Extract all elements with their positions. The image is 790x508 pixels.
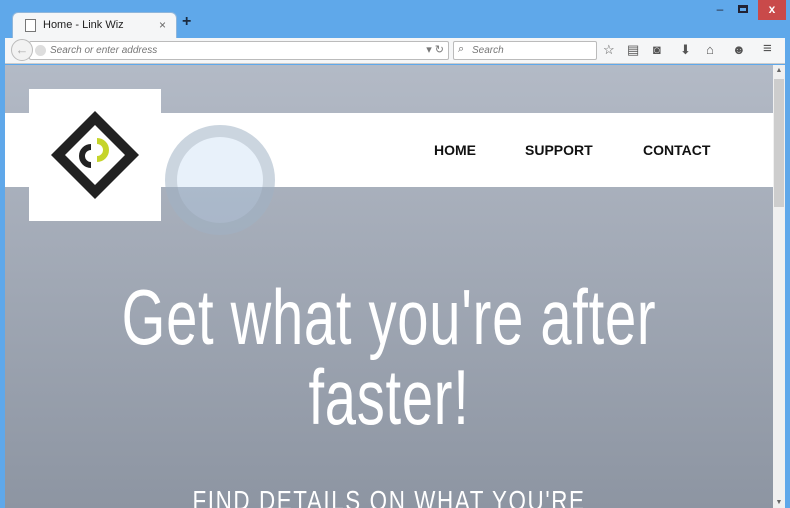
nav-support[interactable]: SUPPORT [525, 142, 593, 158]
site-logo[interactable] [29, 89, 161, 221]
search-box[interactable]: ⌕ Search [453, 41, 597, 60]
download-icon[interactable]: ⬇ [680, 42, 691, 58]
scroll-up-icon[interactable]: ▲ [773, 67, 785, 74]
maximize-button[interactable] [733, 0, 753, 20]
scrollbar-thumb[interactable] [774, 79, 784, 207]
pocket-icon[interactable]: ◙ [653, 42, 661, 57]
subheading: FIND DETAILS ON WHAT YOU'RE [192, 485, 586, 508]
scrollbar[interactable]: ▲ ▼ [773, 65, 785, 508]
close-button[interactable]: x [758, 0, 786, 20]
search-icon: ⌕ [458, 43, 465, 55]
tab-title: Home - Link Wiz [43, 19, 124, 31]
address-bar[interactable]: Search or enter address ▾ ↻ [29, 41, 449, 60]
minimize-button[interactable]: – [710, 0, 730, 20]
nav-toolbar: Search or enter address ▾ ↻ ← ⌕ Search ☆… [5, 38, 785, 64]
address-input[interactable]: Search or enter address [50, 45, 157, 56]
new-tab-button[interactable]: + [182, 13, 191, 31]
headline-line1: Get what you're after [121, 273, 657, 361]
close-tab-icon[interactable]: × [159, 18, 166, 32]
watermark-magnifier-icon [165, 125, 275, 235]
back-button[interactable]: ← [11, 39, 33, 61]
page-icon [25, 19, 36, 32]
page-content: HOME SUPPORT CONTACT Get what you're aft… [5, 65, 773, 508]
search-input[interactable]: Search [472, 45, 504, 56]
globe-icon [35, 45, 46, 56]
browser-tab[interactable]: Home - Link Wiz × [12, 12, 177, 39]
bookmark-star-icon[interactable]: ☆ [603, 42, 615, 58]
nav-home[interactable]: HOME [434, 142, 476, 158]
reading-list-icon[interactable]: ▤ [627, 42, 639, 58]
scroll-down-icon[interactable]: ▼ [773, 499, 785, 506]
reload-icon[interactable]: ▾ ↻ [426, 43, 444, 56]
nav-contact[interactable]: CONTACT [643, 142, 710, 158]
chat-icon[interactable]: ☻ [732, 42, 746, 57]
menu-icon[interactable]: ≡ [763, 40, 772, 57]
home-icon[interactable]: ⌂ [706, 42, 714, 57]
headline-line2: faster! [308, 353, 470, 441]
